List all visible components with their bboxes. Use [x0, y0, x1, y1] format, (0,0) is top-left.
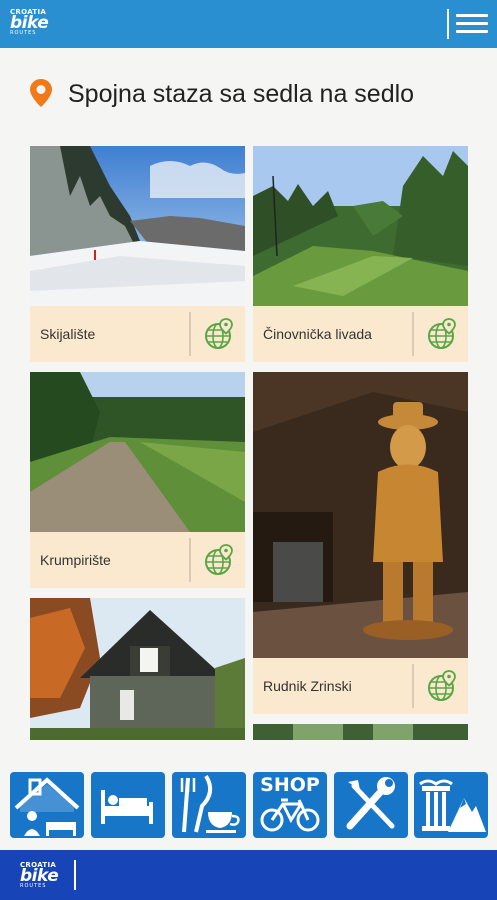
poi-caption: Krumpirište	[40, 552, 111, 568]
app-footer: CROATIA bike ROUTES	[0, 850, 497, 900]
location-pin-icon	[30, 79, 52, 107]
poi-card[interactable]	[30, 598, 245, 740]
poi-card[interactable]	[253, 724, 468, 740]
forest-photo	[253, 724, 468, 740]
header-divider	[447, 9, 449, 39]
poi-card[interactable]: Krumpirište	[30, 372, 245, 588]
globe-map-pin-icon[interactable]	[203, 544, 235, 576]
meadow-photo	[253, 146, 468, 306]
wooden-statue-photo	[253, 372, 468, 658]
bike-shop-icon[interactable]: SHOP	[253, 772, 327, 838]
card-divider	[412, 312, 414, 356]
poi-caption: Rudnik Zrinski	[263, 678, 352, 694]
category-nav: SHOP	[0, 772, 497, 840]
poi-card[interactable]: Rudnik Zrinski	[253, 372, 468, 714]
sightseeing-house-icon[interactable]	[10, 772, 84, 838]
card-divider	[412, 664, 414, 708]
globe-map-pin-icon[interactable]	[426, 318, 458, 350]
footer-divider	[74, 860, 76, 890]
poi-caption: Činovnička livada	[263, 326, 372, 342]
page-title: Spojna staza sa sedla na sedlo	[68, 80, 415, 108]
ski-slope-photo	[30, 146, 245, 306]
poi-card[interactable]: Skijalište	[30, 146, 245, 362]
card-divider	[189, 312, 191, 356]
globe-map-pin-icon[interactable]	[426, 670, 458, 702]
accommodation-bed-icon[interactable]	[91, 772, 165, 838]
globe-map-pin-icon[interactable]	[203, 318, 235, 350]
culture-nature-icon[interactable]	[414, 772, 488, 838]
hamburger-menu-icon[interactable]	[456, 12, 488, 36]
poi-card[interactable]: Činovnička livada	[253, 146, 468, 362]
service-tools-icon[interactable]	[334, 772, 408, 838]
mountain-house-photo	[30, 598, 245, 740]
card-divider	[189, 538, 191, 582]
poi-caption: Skijalište	[40, 326, 96, 342]
page-title-row: Spojna staza sa sedla na sedlo	[0, 70, 497, 120]
app-header: CROATIA bike ROUTES	[0, 0, 497, 48]
croatia-bike-logo[interactable]: CROATIA bike ROUTES	[20, 862, 59, 889]
dirt-road-photo	[30, 372, 245, 532]
food-cup-icon[interactable]	[172, 772, 246, 838]
croatia-bike-logo[interactable]: CROATIA bike ROUTES	[10, 9, 49, 36]
